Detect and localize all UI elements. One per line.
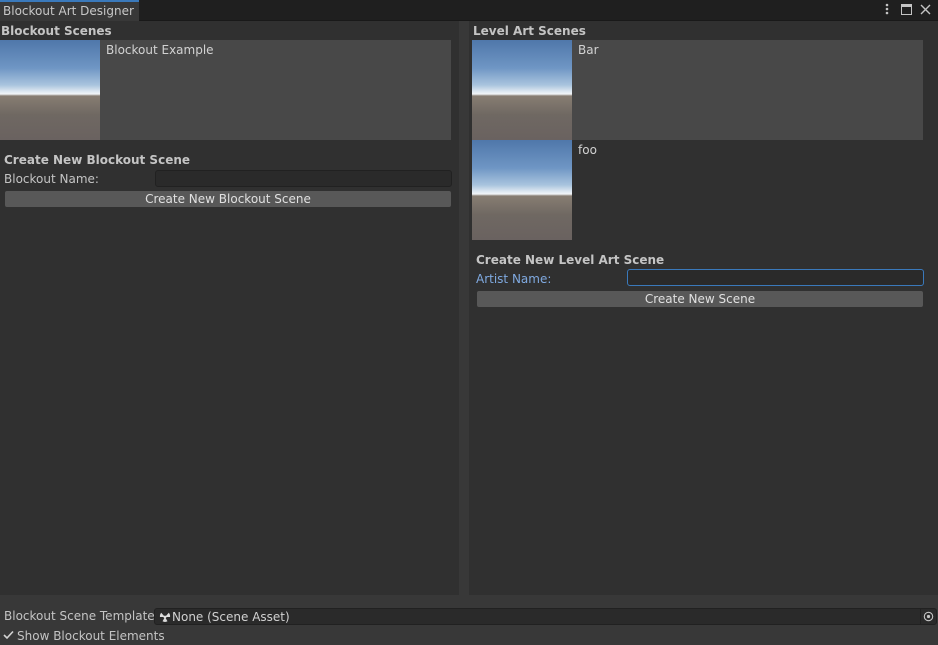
scene-name: foo <box>578 143 597 157</box>
scene-thumbnail <box>472 140 572 240</box>
scene-thumbnail <box>0 40 100 140</box>
template-label: Blockout Scene Template <box>4 609 155 623</box>
template-row: Blockout Scene Template None (Scene Asse… <box>0 607 938 626</box>
footer: Blockout Scene Template None (Scene Asse… <box>0 607 938 645</box>
create-level-art-title: Create New Level Art Scene <box>476 253 665 267</box>
window-tab[interactable]: Blockout Art Designer <box>0 0 139 21</box>
template-value: None (Scene Asset) <box>172 610 290 624</box>
level-art-scene-item[interactable]: foo <box>472 140 923 240</box>
close-icon[interactable] <box>918 2 932 16</box>
show-blockout-label: Show Blockout Elements <box>17 629 165 643</box>
level-art-scene-item[interactable]: Bar <box>472 40 923 140</box>
create-blockout-title: Create New Blockout Scene <box>4 153 191 167</box>
template-object-field[interactable]: None (Scene Asset) <box>154 608 937 625</box>
checkmark-icon[interactable] <box>2 629 14 641</box>
kebab-menu-icon[interactable] <box>880 2 894 16</box>
scene-name: Blockout Example <box>106 43 214 57</box>
scene-name: Bar <box>578 43 599 57</box>
scene-thumbnail <box>472 40 572 140</box>
blockout-name-field[interactable] <box>155 170 452 187</box>
create-blockout-button[interactable]: Create New Blockout Scene <box>4 190 452 208</box>
artist-name-field[interactable] <box>627 269 924 286</box>
show-blockout-toggle-row[interactable]: Show Blockout Elements <box>0 627 938 645</box>
maximize-icon[interactable] <box>899 2 913 16</box>
blockout-name-label: Blockout Name: <box>4 172 99 186</box>
window-content: Blockout Scenes Blockout Example Create … <box>0 21 938 607</box>
window-tab-title: Blockout Art Designer <box>3 4 134 18</box>
window-tab-bar: Blockout Art Designer <box>0 0 938 21</box>
window-tools <box>880 2 932 16</box>
object-picker-icon[interactable] <box>920 609 935 624</box>
blockout-scene-item[interactable]: Blockout Example <box>0 40 451 140</box>
scene-asset-icon <box>158 610 171 623</box>
blockout-panel: Blockout Scenes Blockout Example Create … <box>0 21 459 595</box>
blockout-section-title: Blockout Scenes <box>1 24 112 38</box>
level-art-section-title: Level Art Scenes <box>473 24 586 38</box>
panel-divider <box>459 21 469 595</box>
create-scene-button[interactable]: Create New Scene <box>476 290 924 308</box>
level-art-panel: Level Art Scenes Bar foo Create New Leve… <box>469 21 938 595</box>
artist-name-label: Artist Name: <box>476 272 552 286</box>
